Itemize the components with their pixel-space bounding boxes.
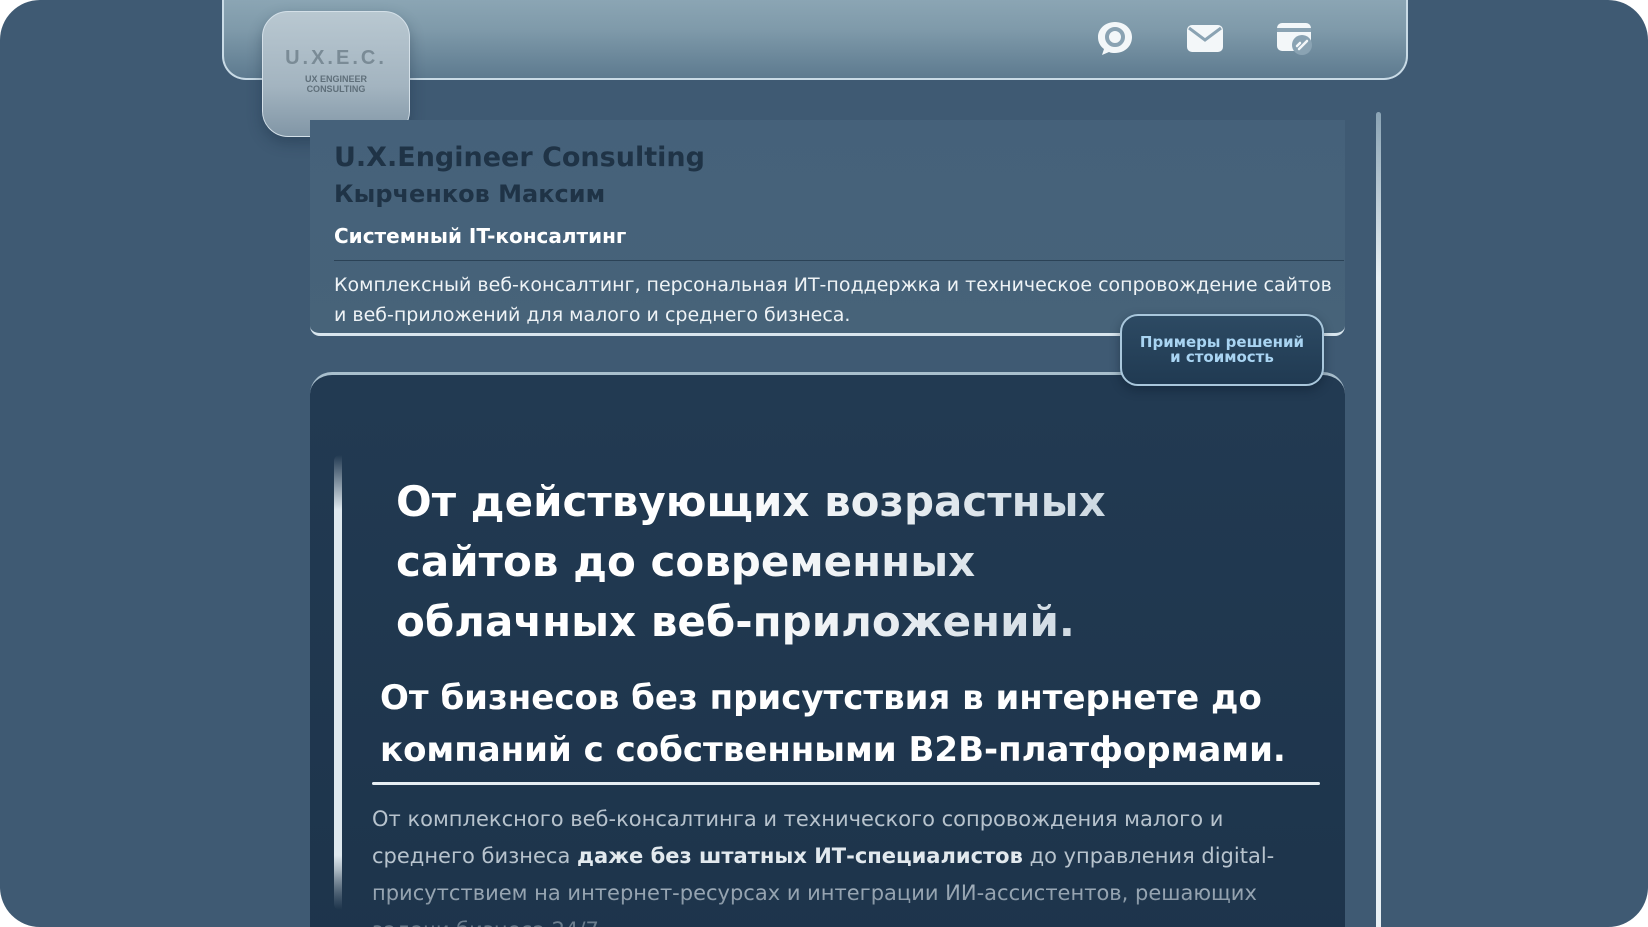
headline-line2: сайтов до современных xyxy=(396,532,1156,592)
headline-line1: От действующих возрастных xyxy=(396,472,1156,532)
company-name: U.X.Engineer Consulting xyxy=(334,142,705,173)
subhead-underline xyxy=(372,782,1320,785)
tagline: Системный IT-консалтинг xyxy=(334,224,627,248)
chat-icon[interactable] xyxy=(1094,18,1136,58)
examples-pricing-button[interactable]: Примеры решений и стоимость xyxy=(1120,314,1324,386)
wallet-link-icon[interactable] xyxy=(1274,18,1316,58)
headline-line3: облачных веб-приложений. xyxy=(396,592,1156,652)
logo-subtitle-line2: CONSULTING xyxy=(306,83,366,94)
hero-body-text: От комплексного веб-консалтинга и технич… xyxy=(372,801,1312,927)
logo-mark: U.X.E.C. xyxy=(285,46,387,69)
logo-subtitle: UX ENGINEER CONSULTING xyxy=(305,74,367,94)
logo[interactable]: U.X.E.C. UX ENGINEER CONSULTING xyxy=(262,11,410,137)
mail-icon[interactable] xyxy=(1184,18,1226,58)
person-name: Кырченков Максим xyxy=(334,180,606,208)
side-rail xyxy=(1376,112,1381,927)
cta-line2: и стоимость xyxy=(1170,348,1274,366)
quote-bar xyxy=(334,455,342,910)
body-text-bold: даже без штатных ИТ-специалистов xyxy=(577,844,1023,868)
subhead-line2: компаний с собственными B2B-платформами. xyxy=(380,730,1286,770)
divider xyxy=(334,260,1344,261)
hero-headline: От действующих возрастных сайтов до совр… xyxy=(396,472,1156,652)
hero-subheading: От бизнесов без присутствия в интернете … xyxy=(380,672,1320,776)
app-window: U.X.E.C. UX ENGINEER CONSULTING U.X.Engi… xyxy=(0,0,1648,927)
subhead-line1: От бизнесов без присутствия в интернете … xyxy=(380,678,1262,718)
logo-subtitle-line1: UX ENGINEER xyxy=(304,73,367,84)
